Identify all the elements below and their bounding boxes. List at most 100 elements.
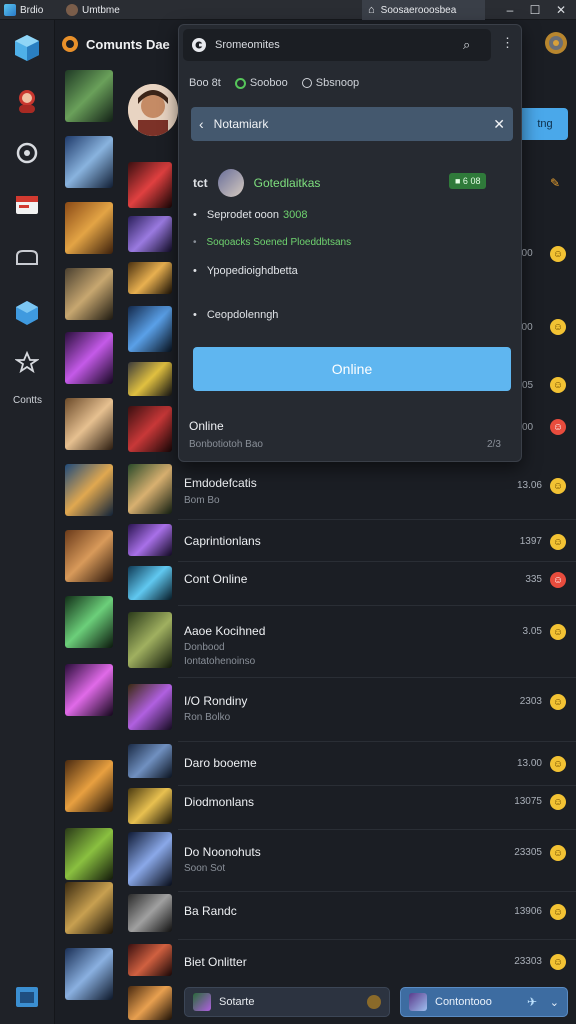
row-subtitle: Soon Sot bbox=[184, 863, 226, 874]
contact-avatar[interactable] bbox=[128, 612, 172, 668]
list-item[interactable]: Caprintionlans 1397 ☺ bbox=[178, 520, 576, 562]
contact-avatar[interactable] bbox=[128, 832, 172, 886]
game-thumbnail[interactable] bbox=[128, 262, 172, 294]
bottom-right-button[interactable]: Contontooo ✈ ⌄ bbox=[400, 987, 568, 1017]
game-thumbnail[interactable] bbox=[128, 306, 172, 352]
game-thumbnail[interactable] bbox=[65, 596, 113, 648]
game-thumbnail[interactable] bbox=[65, 70, 113, 122]
list-item[interactable]: Biet Onlitter 23303 ☺ bbox=[178, 940, 576, 984]
close-icon[interactable]: ✕ bbox=[493, 116, 505, 133]
contact-avatar[interactable] bbox=[128, 84, 178, 136]
contact-avatar[interactable] bbox=[128, 464, 172, 514]
list-item[interactable]: Cont Online 335 ☺ bbox=[178, 562, 576, 606]
contact-avatar[interactable] bbox=[128, 744, 172, 778]
app-logo-icon bbox=[4, 4, 16, 16]
online-button[interactable]: Online bbox=[193, 347, 511, 391]
profile-avatar-icon bbox=[19, 90, 35, 113]
active-tab-label: Soosaerooosbea bbox=[380, 4, 457, 16]
row-time: 1397 bbox=[519, 536, 542, 547]
row-title: Do Noonohuts bbox=[184, 845, 261, 859]
game-thumbnail[interactable] bbox=[128, 216, 172, 252]
list-item[interactable]: Daro booeme 13.00 ☺ bbox=[178, 742, 576, 786]
game-thumbnail[interactable] bbox=[65, 136, 113, 188]
emoji-icon: ☺ bbox=[550, 954, 566, 970]
user-row[interactable]: tct Gotedlaitkas bbox=[193, 169, 320, 197]
chat-bubble-icon bbox=[16, 142, 38, 164]
game-thumbnail[interactable] bbox=[128, 162, 172, 208]
settings-gear-button[interactable] bbox=[541, 28, 571, 58]
rail-contacts-button[interactable] bbox=[10, 345, 44, 379]
filter-option-selected[interactable]: Sooboo bbox=[234, 77, 288, 89]
info-highlight: 3008 bbox=[283, 209, 308, 221]
bullet-icon: • bbox=[193, 237, 197, 248]
rail-chat-button[interactable] bbox=[10, 136, 44, 170]
active-tab[interactable]: ⌂ Soosaerooosbea bbox=[362, 0, 485, 20]
app-header: Comunts Dae bbox=[60, 26, 170, 62]
radio-checked-icon bbox=[234, 77, 246, 89]
emoji-icon: ☺ bbox=[550, 319, 566, 335]
row-title: Ba Randc bbox=[184, 904, 237, 918]
rail-folder-button[interactable] bbox=[10, 240, 44, 274]
game-thumbnail[interactable] bbox=[65, 398, 113, 450]
filter-label: Boo 8t bbox=[189, 77, 221, 89]
window-icon bbox=[16, 987, 38, 1007]
list-item[interactable]: Diodmonlans 13075 ☺ bbox=[178, 786, 576, 830]
filter-option-label: Sooboo bbox=[249, 77, 288, 89]
folder-icon bbox=[16, 250, 38, 265]
emoji-icon: ☺ bbox=[550, 246, 566, 262]
game-thumbnail[interactable] bbox=[128, 362, 172, 396]
back-arrow-icon[interactable]: ‹ bbox=[199, 116, 204, 132]
bottom-left-button[interactable]: Sotarte bbox=[184, 987, 390, 1017]
game-thumbnail[interactable] bbox=[128, 524, 172, 556]
contact-avatar[interactable] bbox=[128, 986, 172, 1020]
rail-store-button[interactable] bbox=[10, 295, 44, 329]
info-text: Ypopedioighdbetta bbox=[206, 265, 298, 277]
close-button[interactable]: ✕ bbox=[548, 0, 574, 20]
game-thumbnail[interactable] bbox=[65, 760, 113, 812]
minimize-button[interactable]: – bbox=[497, 0, 523, 20]
game-thumbnail[interactable] bbox=[65, 530, 113, 582]
rail-profile-button[interactable] bbox=[10, 84, 44, 118]
bottom-left-label: Sotarte bbox=[219, 996, 255, 1008]
list-item[interactable]: Emdodefcatis Bom Bo 13.06 ☺ bbox=[178, 464, 576, 520]
game-thumbnail[interactable] bbox=[128, 944, 172, 976]
search-icon[interactable]: ⌕ bbox=[463, 37, 470, 53]
peek-button[interactable]: tng bbox=[522, 108, 568, 140]
pencil-icon[interactable]: ✎ bbox=[550, 176, 560, 190]
rail-box-button[interactable] bbox=[10, 30, 44, 64]
row-title: Aaoe Kocihned bbox=[184, 624, 266, 638]
emoji-icon: ☺ bbox=[550, 756, 566, 772]
page-title: Comunts Dae bbox=[86, 36, 170, 52]
list-item[interactable]: Do Noonohuts Soon Sot 23305 ☺ bbox=[178, 830, 576, 892]
game-thumbnail[interactable] bbox=[65, 948, 113, 1000]
emoji-icon: ☺ bbox=[550, 572, 566, 588]
filter-option[interactable]: Sbsnoop bbox=[301, 77, 359, 89]
list-item[interactable]: Aaoe Kocihned Donbood Iontatohenoinso 3.… bbox=[178, 606, 576, 678]
info-line: • Seprodet ooon 3008 bbox=[193, 209, 308, 221]
list-item[interactable]: Ba Randc 13906 ☺ bbox=[178, 892, 576, 940]
search-bar[interactable]: Sromeomites bbox=[183, 29, 491, 61]
rail-card-button[interactable] bbox=[10, 188, 44, 222]
window-tab[interactable]: Umtbme bbox=[66, 3, 120, 17]
game-thumbnail[interactable] bbox=[128, 894, 172, 932]
rail-bottom-button[interactable] bbox=[10, 980, 44, 1014]
popup-header-title: Notamiark bbox=[213, 117, 269, 131]
maximize-button[interactable]: ☐ bbox=[522, 0, 548, 20]
game-thumbnail[interactable] bbox=[128, 406, 172, 452]
game-thumbnail[interactable] bbox=[65, 332, 113, 384]
game-thumbnail[interactable] bbox=[65, 202, 113, 254]
game-thumbnail[interactable] bbox=[65, 664, 113, 716]
info-text: Seprodet ooon bbox=[206, 209, 280, 221]
bottom-right-label: Contontooo bbox=[435, 996, 492, 1008]
game-thumbnail[interactable] bbox=[128, 788, 172, 824]
row-time: 23305 bbox=[514, 847, 542, 858]
game-thumbnail[interactable] bbox=[65, 882, 113, 934]
game-thumbnail[interactable] bbox=[128, 566, 172, 600]
list-item[interactable]: I/O Rondiny Ron Bolko 2303 ☺ bbox=[178, 678, 576, 742]
game-thumbnail[interactable] bbox=[65, 268, 113, 320]
app-name-item[interactable]: Brdio bbox=[4, 3, 43, 17]
contact-avatar[interactable] bbox=[128, 684, 172, 730]
game-thumbnail[interactable] bbox=[65, 828, 113, 880]
more-menu-icon[interactable]: ⋮ bbox=[501, 35, 514, 51]
game-thumbnail[interactable] bbox=[65, 464, 113, 516]
